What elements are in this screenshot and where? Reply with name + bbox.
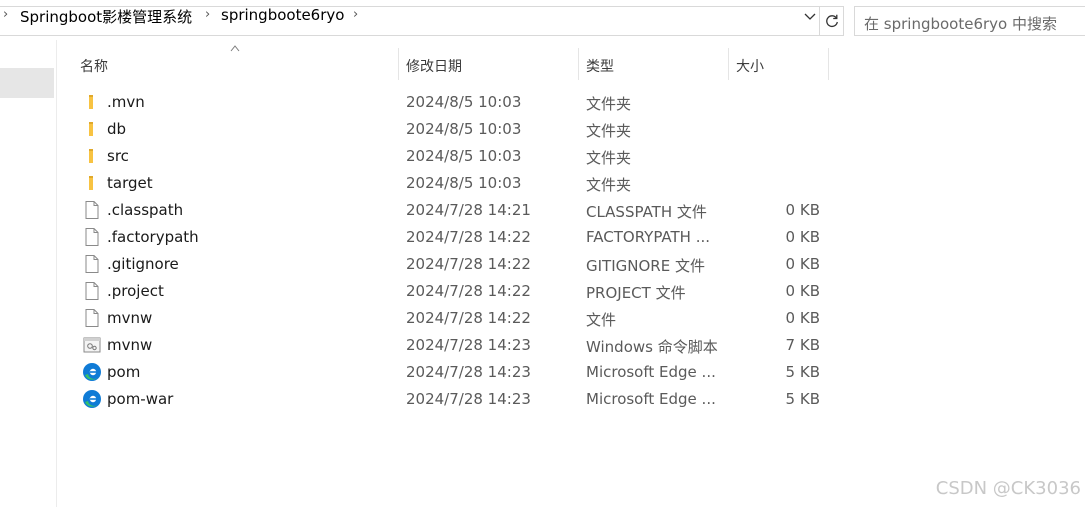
column-divider[interactable] xyxy=(578,48,579,80)
file-type: 文件夹 xyxy=(586,176,632,194)
file-name: pom-war xyxy=(107,390,174,408)
file-modified-date: 2024/7/28 14:23 xyxy=(406,336,531,354)
nav-pane-divider xyxy=(56,40,57,507)
file-modified-date: 2024/7/28 14:22 xyxy=(406,282,531,300)
file-row[interactable]: src 2024/8/5 10:03 文件夹 xyxy=(78,143,838,170)
search-input[interactable]: 在 springboote6ryo 中搜索 xyxy=(854,6,1085,36)
column-header-type[interactable]: 类型 xyxy=(586,56,614,88)
file-type: 文件 xyxy=(586,311,617,329)
file-size: 0 KB xyxy=(785,255,820,273)
file-type: Microsoft Edge ... xyxy=(586,390,716,408)
file-type: FACTORYPATH ... xyxy=(586,228,711,246)
file-size: 5 KB xyxy=(785,390,820,408)
column-header-size[interactable]: 大小 xyxy=(736,56,764,88)
file-modified-date: 2024/7/28 14:22 xyxy=(406,309,531,327)
folder-icon xyxy=(82,146,102,166)
file-name: mvnw xyxy=(107,309,153,327)
file-row[interactable]: mvnw 2024/7/28 14:23 Windows 命令脚本 7 KB xyxy=(78,332,838,359)
file-modified-date: 2024/8/5 10:03 xyxy=(406,120,522,138)
folder-icon xyxy=(82,119,102,139)
file-type: 文件夹 xyxy=(586,149,632,167)
file-modified-date: 2024/8/5 10:03 xyxy=(406,93,522,111)
file-row[interactable]: db 2024/8/5 10:03 文件夹 xyxy=(78,116,838,143)
file-type: Windows 命令脚本 xyxy=(586,338,718,356)
file-icon xyxy=(82,200,102,220)
file-name: .gitignore xyxy=(107,255,179,273)
file-type: 文件夹 xyxy=(586,95,632,113)
file-icon xyxy=(82,308,102,328)
file-name: .factorypath xyxy=(107,228,199,246)
file-size: 0 KB xyxy=(785,228,820,246)
file-icon xyxy=(82,281,102,301)
file-type: 文件夹 xyxy=(586,122,632,140)
breadcrumb-item-parent[interactable]: Springboot影楼管理系统 xyxy=(20,6,192,27)
folder-icon xyxy=(82,92,102,112)
nav-pane-selected-item[interactable] xyxy=(0,68,54,98)
file-row[interactable]: .classpath 2024/7/28 14:21 CLASSPATH 文件 0 K… xyxy=(78,197,838,224)
file-modified-date: 2024/7/28 14:22 xyxy=(406,228,531,246)
refresh-button[interactable] xyxy=(820,6,844,36)
file-modified-date: 2024/7/28 14:23 xyxy=(406,363,531,381)
watermark: CSDN @CK3036 xyxy=(935,478,1081,499)
file-name: pom xyxy=(107,363,141,381)
file-name: mvnw xyxy=(107,336,153,354)
file-row[interactable]: pom-war 2024/7/28 14:23 Microsoft Edge ...… xyxy=(78,386,838,413)
file-size: 7 KB xyxy=(785,336,820,354)
sort-ascending-icon xyxy=(230,45,240,52)
chevron-right-icon[interactable]: › xyxy=(205,7,210,22)
file-name: .mvn xyxy=(107,93,145,111)
breadcrumb-item-current[interactable]: springboote6ryo xyxy=(221,6,344,24)
file-modified-date: 2024/7/28 14:23 xyxy=(406,390,531,408)
file-modified-date: 2024/8/5 10:03 xyxy=(406,174,522,192)
script-icon xyxy=(82,335,102,355)
file-name: .project xyxy=(107,282,164,300)
chevron-right-icon[interactable]: › xyxy=(3,7,8,22)
column-divider[interactable] xyxy=(398,48,399,80)
column-header-modified[interactable]: 修改日期 xyxy=(406,56,462,88)
file-type: PROJECT 文件 xyxy=(586,284,686,302)
file-type: GITIGNORE 文件 xyxy=(586,257,705,275)
file-row[interactable]: .project 2024/7/28 14:22 PROJECT 文件 0 KB xyxy=(78,278,838,305)
file-modified-date: 2024/7/28 14:22 xyxy=(406,255,531,273)
file-row[interactable]: .gitignore 2024/7/28 14:22 GITIGNORE 文件 0 K… xyxy=(78,251,838,278)
file-name: .classpath xyxy=(107,201,184,219)
file-size: 0 KB xyxy=(785,201,820,219)
file-modified-date: 2024/8/5 10:03 xyxy=(406,147,522,165)
file-icon xyxy=(82,227,102,247)
column-divider[interactable] xyxy=(728,48,729,80)
file-modified-date: 2024/7/28 14:21 xyxy=(406,201,531,219)
file-row[interactable]: mvnw 2024/7/28 14:22 文件 0 KB xyxy=(78,305,838,332)
file-type: CLASSPATH 文件 xyxy=(586,203,707,221)
refresh-icon xyxy=(825,14,838,28)
column-divider[interactable] xyxy=(828,48,829,80)
chevron-down-icon[interactable] xyxy=(803,9,817,23)
column-header-name[interactable]: 名称 xyxy=(80,56,108,88)
file-row[interactable]: .factorypath 2024/7/28 14:22 FACTORYPATH .… xyxy=(78,224,838,251)
folder-icon xyxy=(82,173,102,193)
file-name: db xyxy=(107,120,127,138)
file-size: 0 KB xyxy=(785,282,820,300)
file-name: src xyxy=(107,147,129,165)
file-row[interactable]: .mvn 2024/8/5 10:03 文件夹 xyxy=(78,89,838,116)
file-icon xyxy=(82,254,102,274)
file-name: target xyxy=(107,174,153,192)
chevron-right-icon[interactable]: › xyxy=(353,7,358,22)
file-type: Microsoft Edge ... xyxy=(586,363,716,381)
file-size: 0 KB xyxy=(785,309,820,327)
edge-icon xyxy=(82,389,102,409)
file-row[interactable]: target 2024/8/5 10:03 文件夹 xyxy=(78,170,838,197)
file-row[interactable]: pom 2024/7/28 14:23 Microsoft Edge ... 5 KB xyxy=(78,359,838,386)
edge-icon xyxy=(82,362,102,382)
file-size: 5 KB xyxy=(785,363,820,381)
